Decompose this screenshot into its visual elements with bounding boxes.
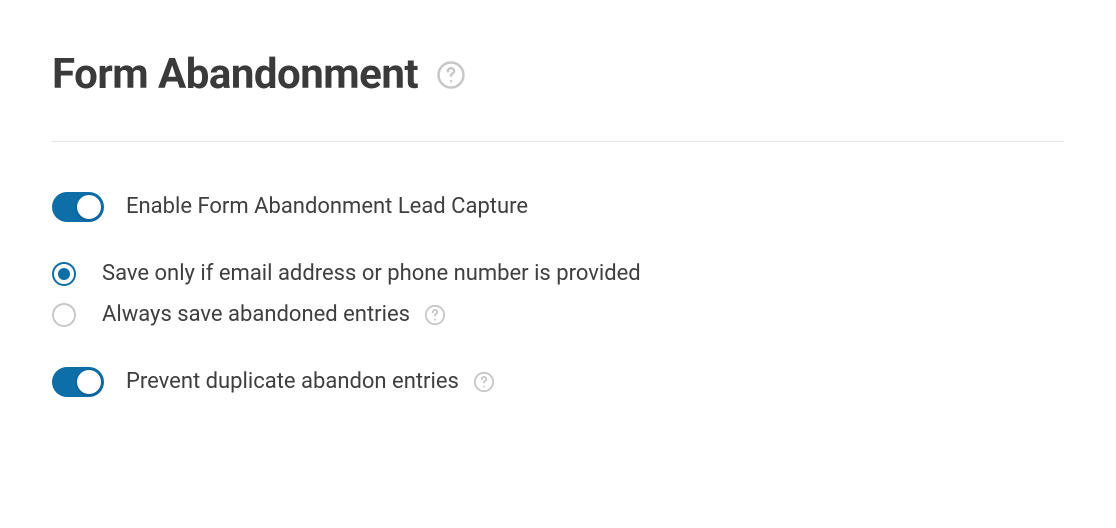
divider — [52, 141, 1064, 142]
toggle-knob — [77, 195, 101, 219]
settings-group: Enable Form Abandonment Lead Capture Sav… — [52, 192, 1064, 397]
save-rule-option-always: Always save abandoned entries — [52, 301, 1064, 330]
toggle-knob — [77, 370, 101, 394]
radio-label: Save only if email address or phone numb… — [102, 260, 641, 289]
label-with-help: Always save abandoned entries — [102, 301, 446, 330]
radio-save-if-contact[interactable] — [52, 262, 76, 286]
prevent-duplicate-label: Prevent duplicate abandon entries — [126, 368, 459, 397]
enable-capture-toggle[interactable] — [52, 192, 104, 222]
help-icon[interactable] — [424, 304, 446, 326]
prevent-duplicate-toggle[interactable] — [52, 367, 104, 397]
prevent-duplicate-row: Prevent duplicate abandon entries — [52, 367, 1064, 397]
heading-row: Form Abandonment — [52, 50, 1064, 99]
help-icon[interactable] — [436, 60, 466, 90]
label-with-help: Prevent duplicate abandon entries — [126, 368, 495, 397]
enable-capture-row: Enable Form Abandonment Lead Capture — [52, 192, 1064, 222]
radio-label: Always save abandoned entries — [102, 301, 410, 330]
save-rule-option-email-phone: Save only if email address or phone numb… — [52, 260, 1064, 289]
enable-capture-label: Enable Form Abandonment Lead Capture — [126, 193, 528, 222]
help-icon[interactable] — [473, 371, 495, 393]
save-rule-radio-group: Save only if email address or phone numb… — [52, 260, 1064, 329]
page-title: Form Abandonment — [52, 50, 418, 99]
radio-always-save[interactable] — [52, 303, 76, 327]
